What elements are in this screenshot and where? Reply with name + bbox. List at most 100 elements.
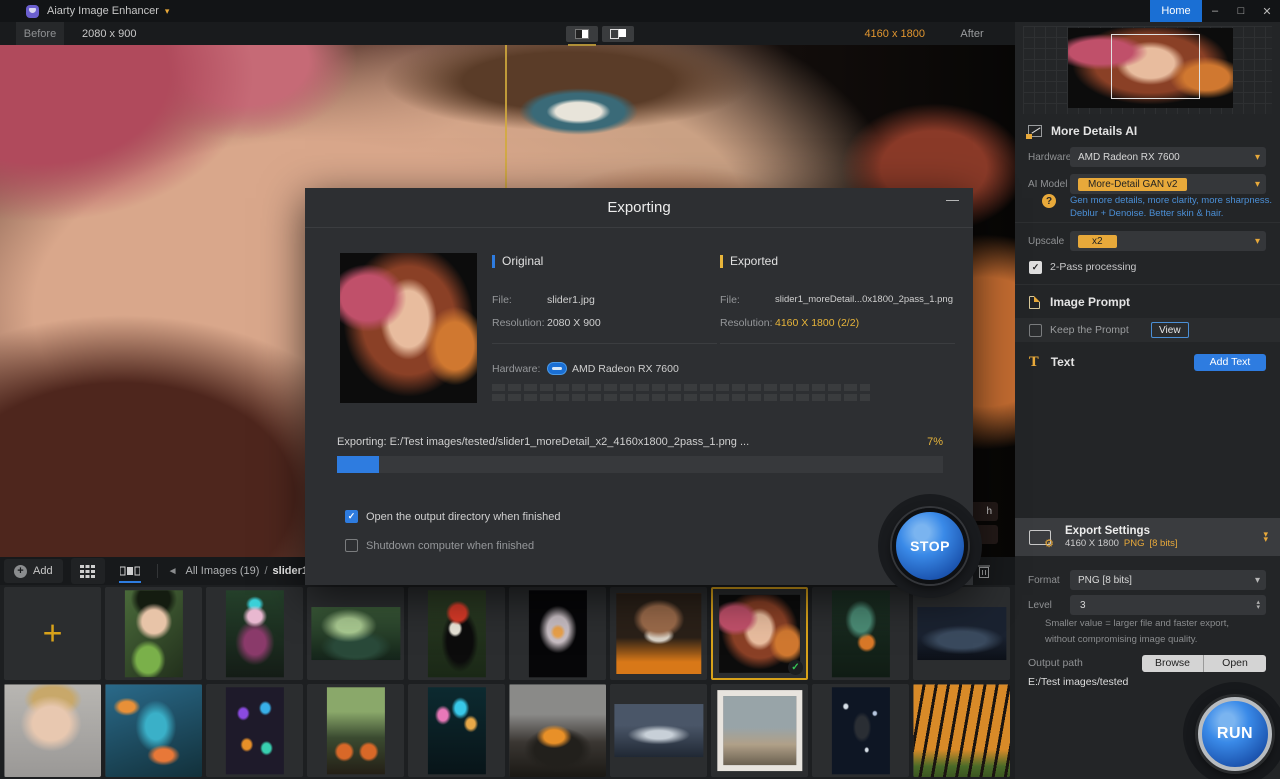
- minimize-button[interactable]: –: [1202, 0, 1228, 22]
- thumbnail-framed-beach-photo[interactable]: [711, 684, 808, 777]
- home-button[interactable]: Home: [1150, 0, 1202, 22]
- browse-button[interactable]: Browse: [1142, 655, 1204, 672]
- keep-prompt-label: Keep the Prompt: [1050, 324, 1129, 336]
- add-images-button[interactable]: + Add: [4, 559, 63, 583]
- thumbnail-image-anime-girl: [124, 590, 182, 677]
- level-spinner[interactable]: 3 ▴▾: [1070, 595, 1266, 615]
- hardware-label: Hardware:: [492, 363, 547, 375]
- format-value: PNG [8 bits]: [1078, 575, 1132, 586]
- thumbnail-red-haired-woman[interactable]: ✓: [711, 587, 808, 680]
- after-tab[interactable]: After: [947, 22, 997, 45]
- original-resolution: 2080 X 900: [547, 317, 601, 329]
- side-by-side-view-button[interactable]: [602, 26, 634, 42]
- thumbnail-space-diver[interactable]: [812, 684, 909, 777]
- split-view-button[interactable]: [566, 26, 598, 42]
- original-file: slider1.jpg: [547, 294, 595, 306]
- viewer-header: Before 2080 x 900 4160 x 1800 After: [0, 22, 1015, 45]
- app-title: Aiarty Image Enhancer: [47, 5, 159, 17]
- before-tab[interactable]: Before: [16, 22, 64, 45]
- open-directory-label: Open the output directory when finished: [366, 511, 560, 523]
- app-window: Aiarty Image Enhancer ▾ Home – □ ✕ Befor…: [0, 0, 1280, 779]
- format-select[interactable]: PNG [8 bits] ▾: [1070, 570, 1266, 590]
- thumbnail-image-game-amulets: [225, 687, 283, 774]
- thumbnail-image-red-haired-woman: [719, 594, 801, 672]
- open-directory-checkbox[interactable]: ✓: [345, 510, 358, 523]
- spinner-arrows-icon[interactable]: ▴▾: [1256, 600, 1260, 610]
- thumbnail-snow-mountains[interactable]: [610, 684, 707, 777]
- collapse-chevron-icon[interactable]: ▾▾: [1263, 532, 1268, 542]
- divider: [720, 343, 955, 344]
- file-label: File:: [720, 294, 775, 306]
- keep-prompt-row: Keep the Prompt View: [1015, 318, 1280, 342]
- help-icon[interactable]: ?: [1042, 194, 1056, 208]
- thumbnail-forest-fairy[interactable]: [206, 587, 303, 680]
- run-button[interactable]: RUN: [1198, 697, 1272, 771]
- open-directory-option: ✓ Open the output directory when finishe…: [345, 510, 560, 523]
- image-prompt-icon: [1029, 296, 1040, 309]
- hardware-value: AMD Radeon RX 7600: [572, 363, 679, 375]
- before-resolution: 2080 x 900: [82, 28, 136, 40]
- thumbnail-jellyfish[interactable]: [408, 684, 505, 777]
- after-resolution: 4160 x 1800: [864, 28, 925, 40]
- thumbnail-toucan[interactable]: [408, 587, 505, 680]
- export-settings-header[interactable]: Export Settings 4160 X 1800PNG[8 bits] ▾…: [1015, 518, 1280, 556]
- ai-model-description: Gen more details, more clarity, more sha…: [1070, 194, 1272, 220]
- thumbnail-greenhouse-chairs[interactable]: [307, 684, 404, 777]
- app-menu-chevron-icon[interactable]: ▾: [165, 6, 170, 17]
- export-progress-bar: [337, 456, 943, 473]
- thumbnail-image-blue-potions: [105, 684, 202, 777]
- thumbnail-blue-potions[interactable]: [105, 684, 202, 777]
- exported-column: Exported File:slider1_moreDetail...0x180…: [720, 254, 955, 344]
- thumbnail-image-snow-mountains: [614, 704, 703, 758]
- original-accent-bar: [492, 255, 495, 268]
- thumbnail-terrarium-jar[interactable]: [812, 587, 909, 680]
- export-settings-title: Export Settings: [1065, 525, 1177, 537]
- thumbnail-monk-portrait[interactable]: [610, 587, 707, 680]
- exported-accent-bar: [720, 255, 723, 268]
- thumbnail-night-mountain[interactable]: [913, 587, 1010, 680]
- thumbnail-image-jellyfish: [427, 687, 485, 774]
- thumbnail-image-steampunk-truck: [509, 684, 606, 777]
- thumbnail-crystal-flower[interactable]: [509, 587, 606, 680]
- shutdown-checkbox[interactable]: [345, 539, 358, 552]
- thumbnail-anime-girl[interactable]: [105, 587, 202, 680]
- gpu-badge-icon: [547, 362, 567, 375]
- keep-prompt-checkbox[interactable]: [1029, 324, 1042, 337]
- maximize-button[interactable]: □: [1228, 0, 1254, 22]
- thumbnail-image-tiger: [913, 684, 1010, 777]
- thumbnail-steampunk-truck[interactable]: [509, 684, 606, 777]
- thumbnail-game-amulets[interactable]: [206, 684, 303, 777]
- hardware-value: AMD Radeon RX 7600: [1078, 152, 1180, 163]
- thumbnail-row-1: +✓: [0, 585, 1015, 682]
- ai-model-select[interactable]: More-Detail GAN v2 ▾: [1070, 174, 1266, 194]
- split-view-icon: [575, 29, 589, 39]
- shutdown-label: Shutdown computer when finished: [366, 540, 534, 552]
- grid-view-button[interactable]: [71, 558, 105, 584]
- thumbnail-tiger[interactable]: [913, 684, 1010, 777]
- original-label: Original: [502, 254, 543, 268]
- view-prompt-button[interactable]: View: [1151, 322, 1189, 338]
- hardware-select[interactable]: AMD Radeon RX 7600 ▾: [1070, 147, 1266, 167]
- navigator-viewport-rect[interactable]: [1111, 34, 1200, 100]
- thumbnail-blonde-woman[interactable]: [4, 684, 101, 777]
- text-tool-icon: T: [1029, 355, 1039, 370]
- two-pass-checkbox[interactable]: ✓: [1029, 261, 1042, 274]
- breadcrumb-all-images[interactable]: All Images (19): [185, 565, 259, 577]
- thumbnail-image-night-mountain: [917, 607, 1006, 661]
- progress-percent: 7%: [927, 436, 943, 448]
- back-arrow-icon[interactable]: ◄: [168, 566, 178, 577]
- thumbnail-image-blonde-woman: [4, 684, 101, 777]
- thumbnail-add-image-tile[interactable]: +: [4, 587, 101, 680]
- dialog-minimize-button[interactable]: —: [946, 192, 959, 207]
- image-prompt-header: Image Prompt: [1015, 290, 1280, 314]
- exporting-path-text: Exporting: E:/Test images/tested/slider1…: [337, 436, 749, 448]
- stop-button[interactable]: STOP: [892, 508, 968, 584]
- side-by-side-icon: [610, 29, 626, 39]
- filmstrip-view-button[interactable]: [113, 558, 147, 584]
- close-button[interactable]: ✕: [1254, 0, 1280, 22]
- add-text-button[interactable]: Add Text: [1194, 354, 1266, 371]
- open-button[interactable]: Open: [1204, 655, 1266, 672]
- thumbnail-jungle-river[interactable]: [307, 587, 404, 680]
- toolbar-separator: [157, 564, 158, 578]
- upscale-select[interactable]: x2 ▾: [1070, 231, 1266, 251]
